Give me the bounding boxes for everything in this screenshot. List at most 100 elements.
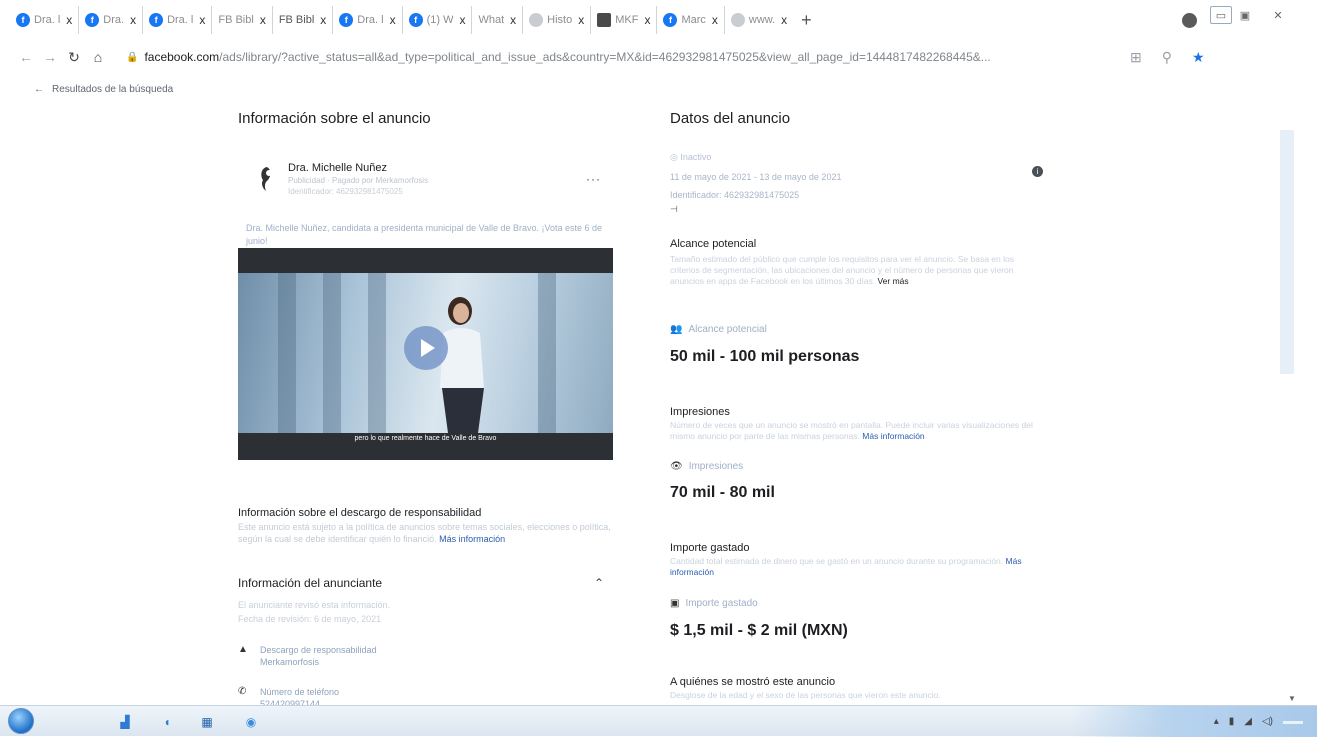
ad-dates: 11 de mayo de 2021 - 13 de mayo de 2021 (670, 172, 842, 182)
close-tab-icon[interactable]: x (260, 13, 266, 27)
close-tab-icon[interactable]: x (199, 13, 205, 27)
close-tab-icon[interactable]: x (390, 13, 396, 27)
browser-tab[interactable]: www. x (725, 6, 793, 34)
collapse-icon: ⊣ (670, 204, 678, 214)
ad-data-column: Datos del anuncio ◎ Inactivo i 11 de may… (670, 110, 1043, 700)
reach-description: Tamaño estimado del público que cumple l… (670, 254, 1014, 286)
start-button[interactable] (8, 708, 34, 734)
bookmark-star-icon[interactable]: ★ (1192, 49, 1205, 66)
browser-tab[interactable]: MKF x (591, 6, 658, 34)
close-tab-icon[interactable]: x (130, 13, 136, 27)
advertiser-id: Identificador: 462932981475025 (288, 187, 403, 196)
volume-icon[interactable]: ◁) (1262, 716, 1273, 727)
ad-info-column: Información sobre el anuncio Dra. Michel… (238, 110, 613, 709)
browser-tab[interactable]: f Marc x (657, 6, 725, 34)
facebook-icon: f (85, 13, 100, 27)
translate-icon[interactable]: ⊞ (1130, 49, 1142, 66)
explorer-icon[interactable]: ▟ (110, 711, 140, 732)
info-icon[interactable]: i (1032, 166, 1043, 177)
spend-description: Cantidad total estimada de dinero que se… (670, 556, 1022, 577)
back-arrow-icon[interactable]: ← (14, 49, 38, 65)
browser-tab[interactable]: f Dra. x (79, 6, 144, 34)
clock-icon[interactable]: ▬▬ (1283, 716, 1303, 727)
spend-title: Importe gastado (670, 542, 750, 554)
media-icon[interactable]: ◖ (152, 711, 182, 732)
ad-video[interactable]: pero lo que realmente hace de Valle de B… (238, 248, 613, 460)
disclaimer-text: Este anuncio está sujeto a la política d… (238, 522, 611, 544)
history-icon (529, 13, 544, 27)
reload-icon[interactable]: ↻ (62, 49, 86, 66)
browser-tab[interactable]: f Dra. lx (143, 6, 213, 34)
tray-arrow-icon[interactable]: ▴ (1214, 716, 1219, 727)
close-tab-icon[interactable]: x (712, 13, 718, 27)
eye-icon: 👁 (670, 461, 683, 472)
advertiser-review-date: Fecha de revisión: 6 de mayo, 2021 (238, 614, 382, 624)
browser-tab[interactable]: What x (472, 6, 524, 34)
browser-tab[interactable]: f Dra. lx (333, 6, 403, 34)
chevron-up-icon[interactable]: ⌃ (594, 576, 604, 590)
money-icon: ▣ (670, 598, 680, 609)
close-tab-icon[interactable]: x (66, 13, 72, 27)
browser-tab-active[interactable]: FB Bibl x (273, 6, 334, 34)
ad-data-title: Datos del anuncio (670, 110, 791, 127)
browser-tab-bar: f Dra. lx f Dra. x f Dra. lx FB Bibl x FB Bib… (0, 0, 1317, 40)
disclaimer-item: ▲ Descargo de responsabilidad Merkamorfos… (238, 644, 377, 667)
back-arrow-icon: ← (34, 84, 44, 95)
chrome-icon[interactable]: ◉ (236, 711, 266, 732)
facebook-icon: f (408, 13, 423, 27)
browser-tab[interactable]: f Dra. lx (10, 6, 80, 34)
app-icon (597, 13, 612, 27)
play-button[interactable] (404, 326, 448, 370)
ad-identifier: Identificador: 462932981475025 (670, 190, 800, 200)
close-tab-icon[interactable]: x (320, 13, 326, 27)
close-tab-icon[interactable]: x (578, 13, 584, 27)
impressions-title: Impresiones (670, 406, 730, 418)
advertiser-logo-icon (261, 167, 272, 191)
reach-label: 👥 Alcance potencial (670, 324, 767, 335)
forward-arrow-icon[interactable]: → (38, 49, 62, 65)
network-icon[interactable]: ◢ (1244, 716, 1252, 727)
more-options-icon[interactable]: ··· (586, 172, 601, 186)
ad-info-title: Información sobre el anuncio (238, 110, 431, 127)
facebook-icon: f (16, 13, 30, 27)
status-badge: ◎ Inactivo (670, 152, 712, 162)
browser-tab[interactable]: Histo x (523, 6, 592, 34)
back-to-results-link[interactable]: ← Resultados de la búsqueda (34, 84, 173, 95)
facebook-icon: f (663, 13, 678, 27)
impressions-label: 👁 Impresiones (670, 461, 744, 472)
word-icon[interactable]: ▦ (192, 711, 222, 732)
more-info-link[interactable]: Más información (439, 534, 505, 544)
browser-tab[interactable]: f (1) Wx (403, 6, 473, 34)
video-caption: pero lo que realmente hace de Valle de B… (354, 435, 497, 442)
advertiser-info-title: Información del anunciante (238, 576, 383, 590)
audience-title: A quiénes se mostró este anuncio (670, 676, 836, 688)
facebook-icon: f (149, 13, 164, 27)
person-icon: ▲ (238, 644, 248, 655)
close-tab-icon[interactable]: x (510, 13, 516, 27)
reach-title: Alcance potencial (670, 238, 757, 250)
new-tab-button[interactable]: + (801, 10, 812, 31)
more-info-link[interactable]: Más información (862, 431, 924, 441)
battery-icon[interactable]: ▮ (1229, 716, 1235, 727)
close-window-button[interactable]: ✕ (1258, 6, 1298, 24)
maximize-button[interactable]: ▣ (1234, 6, 1256, 24)
browser-tab[interactable]: FB Bibl x (212, 6, 273, 34)
spend-value: $ 1,5 mil - $ 2 mil (MXN) (670, 622, 848, 639)
see-more-link[interactable]: Ver más (877, 276, 908, 286)
scroll-down-icon[interactable]: ▼ (1288, 694, 1296, 703)
close-tab-icon[interactable]: x (459, 13, 465, 27)
zoom-icon[interactable]: ⚲ (1162, 49, 1172, 66)
close-tab-icon[interactable]: x (781, 13, 787, 27)
advertiser-info-note: El anunciante revisó esta información. (238, 600, 391, 610)
minimize-button[interactable]: ▭ (1210, 6, 1232, 24)
close-tab-icon[interactable]: x (644, 13, 650, 27)
scrollbar-thumb[interactable] (1280, 130, 1294, 374)
disclaimer-title: Información sobre el descargo de respons… (238, 507, 482, 519)
reach-value: 50 mil - 100 mil personas (670, 348, 860, 365)
advertiser-name[interactable]: Dra. Michelle Nuñez (288, 162, 387, 174)
profile-icon[interactable] (1182, 13, 1197, 28)
home-icon[interactable]: ⌂ (86, 49, 110, 65)
url-field[interactable]: 🔒 facebook.com/ads/library/?active_statu… (126, 50, 1126, 64)
windows-taskbar: ▟ ◖ ▦ ◉ ▴ ▮ ◢ ◁) ▬▬ (0, 705, 1317, 737)
spend-label: ▣ Importe gastado (670, 598, 758, 609)
